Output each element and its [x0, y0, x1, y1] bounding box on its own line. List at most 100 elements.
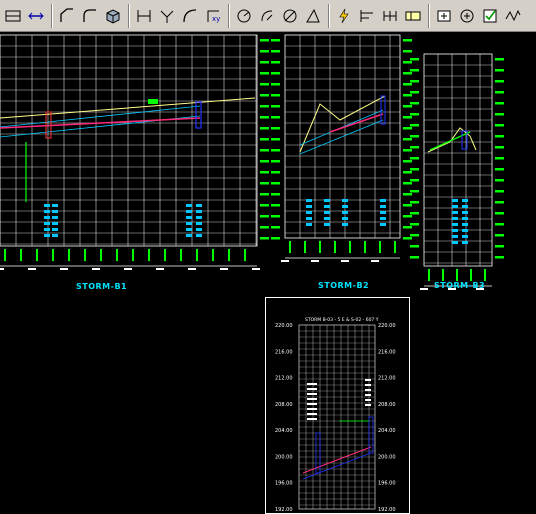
ordinate-icon[interactable]: xy	[202, 5, 224, 27]
structure-label-text	[452, 217, 458, 220]
dimension-aligned-icon[interactable]	[256, 5, 278, 27]
elevation-label-mark	[271, 237, 280, 240]
elevation-label-mark	[495, 91, 504, 94]
station-label-mark	[364, 241, 366, 253]
station-tick-label	[156, 268, 164, 270]
quick-dimension-icon[interactable]	[333, 5, 355, 27]
inset-text-block	[365, 394, 371, 396]
structure-label-text	[196, 228, 202, 231]
elevation-label-mark	[495, 223, 504, 226]
station-label-mark	[470, 269, 472, 281]
elevation-label-mark	[403, 39, 412, 42]
diameter-icon[interactable]	[279, 5, 301, 27]
inset-frame	[298, 324, 376, 510]
structure-label-text	[306, 217, 312, 220]
elevation-label-mark	[495, 135, 504, 138]
elevation-label-mark	[410, 190, 419, 193]
elevation-label-mark	[271, 215, 280, 218]
station-label-mark	[116, 249, 118, 261]
inset-elevation-right: 204.00	[378, 428, 396, 434]
station-label-mark	[212, 249, 214, 261]
structure-label-text	[324, 223, 330, 226]
check-icon[interactable]	[479, 5, 501, 27]
inset-elevation-right: 220.00	[378, 323, 396, 329]
inset-text-block	[307, 398, 317, 400]
callout-label	[148, 99, 158, 104]
elevation-label-mark	[403, 138, 412, 141]
baseline-icon[interactable]	[356, 5, 378, 27]
structure-label-text	[196, 216, 202, 219]
inset-elevation-right: 196.00	[378, 481, 396, 487]
elevation-label-mark	[403, 61, 412, 64]
elevation-label-mark	[410, 113, 419, 116]
chamfer-icon[interactable]	[56, 5, 78, 27]
station-label-mark	[4, 249, 6, 261]
structure-label-text	[462, 235, 468, 238]
structure-label-text	[462, 217, 468, 220]
continue-icon[interactable]	[379, 5, 401, 27]
3d-box-icon[interactable]	[102, 5, 124, 27]
elevation-label-mark	[260, 116, 269, 119]
elevation-label-mark	[495, 113, 504, 116]
elevation-label-mark	[410, 245, 419, 248]
tolerance-icon[interactable]	[402, 5, 424, 27]
structure-label-text	[44, 228, 50, 231]
elevation-label-mark	[403, 226, 412, 229]
structure-label-text	[342, 217, 348, 220]
inset-elevation-left: 212.00	[275, 376, 293, 382]
elevation-label-mark	[495, 201, 504, 204]
elevation-label-mark	[271, 83, 280, 86]
elevation-label-mark	[495, 212, 504, 215]
structure-label-text	[52, 210, 58, 213]
elevation-label-mark	[271, 72, 280, 75]
elevation-label-mark	[260, 127, 269, 130]
structure-label-text	[462, 211, 468, 214]
station-label-mark	[84, 249, 86, 261]
elevation-label-mark	[271, 226, 280, 229]
angle-icon[interactable]	[156, 5, 178, 27]
station-label-mark	[304, 241, 306, 253]
structure-label-text	[452, 235, 458, 238]
elevation-label-mark	[403, 105, 412, 108]
elevation-label-mark	[271, 149, 280, 152]
structure-label-text	[186, 216, 192, 219]
structure-label-text	[380, 205, 386, 208]
arc-icon[interactable]	[179, 5, 201, 27]
structure-label-text	[452, 211, 458, 214]
inset-text-block	[307, 408, 317, 410]
center-mark-icon[interactable]	[433, 5, 455, 27]
elevation-label-mark	[410, 146, 419, 149]
elevation-label-mark	[403, 116, 412, 119]
elevation-label-mark	[403, 127, 412, 130]
structure-label-text	[52, 234, 58, 237]
edit-icon[interactable]	[456, 5, 478, 27]
elevation-label-mark	[403, 193, 412, 196]
structure-label-text	[186, 222, 192, 225]
station-label-mark	[289, 241, 291, 253]
elevation-label-mark	[260, 105, 269, 108]
wave-icon[interactable]	[502, 5, 524, 27]
inset-elevation-left: 204.00	[275, 428, 293, 434]
station-label-mark	[456, 269, 458, 281]
angular-icon[interactable]	[302, 5, 324, 27]
elevation-label-mark	[495, 168, 504, 171]
structure-label-text	[186, 234, 192, 237]
inset-elevation-left: 192.00	[275, 507, 293, 513]
station-tick-label	[252, 268, 260, 270]
structure-label-text	[452, 223, 458, 226]
elevation-label-mark	[403, 215, 412, 218]
elevation-label-mark	[271, 94, 280, 97]
radius-icon[interactable]	[233, 5, 255, 27]
dimension-linear-icon[interactable]	[133, 5, 155, 27]
fillet-icon[interactable]	[79, 5, 101, 27]
layer-manager-icon[interactable]	[2, 5, 24, 27]
inset-elevation-left: 220.00	[275, 323, 293, 329]
extend-icon[interactable]	[25, 5, 47, 27]
structure-label-text	[324, 217, 330, 220]
structure-label-text	[324, 199, 330, 202]
elevation-label-mark	[495, 190, 504, 193]
elevation-label-mark	[271, 105, 280, 108]
structure-label-text	[44, 204, 50, 207]
elevation-label-mark	[403, 149, 412, 152]
elevation-label-mark	[403, 72, 412, 75]
